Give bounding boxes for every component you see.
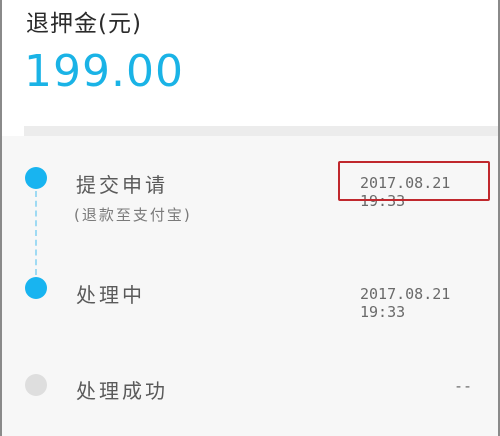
step-success-title: 处理成功	[76, 379, 168, 403]
frame-left-edge	[0, 0, 2, 436]
step-success-time: --	[454, 377, 473, 395]
highlight-box	[338, 161, 490, 201]
step-submitted-note: (退款至支付宝)	[74, 206, 192, 224]
step-processing-title: 处理中	[76, 283, 145, 307]
step-submitted-dot	[25, 167, 47, 189]
refund-amount: 199.00	[24, 46, 184, 97]
step-submitted-title: 提交申请	[76, 173, 168, 197]
refund-label: 退押金(元)	[26, 11, 142, 37]
refund-header: 退押金(元) 199.00	[0, 0, 500, 126]
step-processing-dot	[25, 277, 47, 299]
step-processing-time: 2017.08.21 19:33	[360, 285, 451, 321]
section-divider	[24, 126, 500, 136]
timeline-connector	[35, 191, 37, 275]
step-success-dot	[25, 374, 47, 396]
